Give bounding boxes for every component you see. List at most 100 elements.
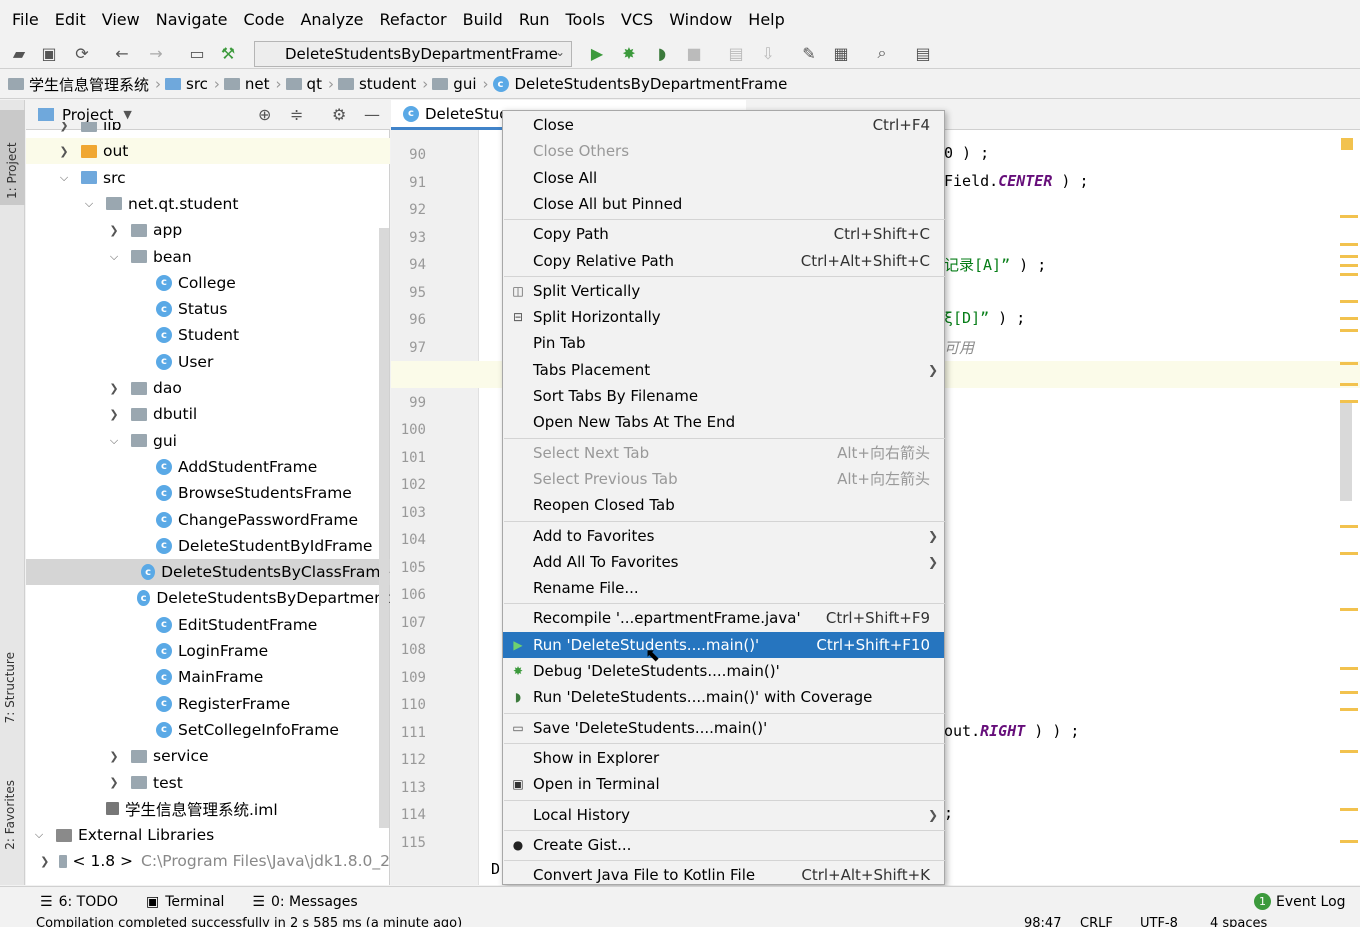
tree-row[interactable]: ❯ service	[26, 743, 390, 769]
marker[interactable]	[1340, 317, 1358, 320]
breadcrumb-item[interactable]: net ›	[223, 75, 282, 93]
settings-wrench-icon[interactable]: ✎	[798, 42, 820, 64]
tree-row[interactable]: c DeleteStudentsByDepartment	[26, 585, 390, 611]
marker[interactable]	[1340, 362, 1358, 365]
indent[interactable]: 4 spaces	[1210, 916, 1267, 927]
marker[interactable]	[1340, 552, 1358, 555]
status-message[interactable]: Compilation completed successfully in 2 …	[36, 916, 462, 927]
tree-row[interactable]: ⌵ gui	[26, 428, 390, 454]
marker[interactable]	[1340, 255, 1358, 258]
menu-item-convert-java-file-to-kotlin-file[interactable]: Convert Java File to Kotlin File Ctrl+Alt…	[503, 862, 944, 888]
marker[interactable]	[1340, 273, 1358, 276]
terminal-tool-tab[interactable]: Terminal	[165, 894, 224, 910]
tree-row[interactable]: ❯ out	[26, 138, 390, 165]
tree-row[interactable]: 学生信息管理系统.iml	[26, 796, 390, 822]
menu-item-tabs-placement[interactable]: Tabs Placement ❯	[503, 357, 944, 383]
menu-item-run-deletestudents-main-with-coverage[interactable]: ◗ Run 'DeleteStudents....main()' with Cov…	[503, 684, 944, 710]
chevron-down-icon[interactable]: ⌵	[57, 171, 71, 185]
breadcrumb-item[interactable]: src ›	[165, 75, 220, 93]
tree-row[interactable]: ⌵ bean	[26, 244, 390, 270]
menu-edit[interactable]: Edit	[47, 10, 94, 29]
tree-row[interactable]: c RegisterFrame	[26, 691, 390, 717]
menu-item-open-new-tabs-at-the-end[interactable]: Open New Tabs At The End	[503, 409, 944, 435]
marker[interactable]	[1340, 808, 1358, 811]
vcs-commit-icon[interactable]: ⇩	[757, 42, 779, 64]
scrollbar[interactable]	[379, 228, 389, 828]
marker[interactable]	[1340, 383, 1358, 386]
marker[interactable]	[1340, 667, 1358, 670]
tree-row[interactable]: c College	[26, 270, 390, 296]
menu-code[interactable]: Code	[236, 10, 293, 29]
project-tool-tab[interactable]: 1: Project	[0, 110, 25, 205]
debug-icon[interactable]: ✸	[618, 42, 640, 64]
menu-item-split-vertically[interactable]: ◫ Split Vertically	[503, 278, 944, 304]
menu-item-add-to-favorites[interactable]: Add to Favorites ❯	[503, 523, 944, 549]
run-configuration-select[interactable]: DeleteStudentsByDepartmentFrame ⌄	[254, 41, 572, 67]
vcs-update-icon[interactable]: ▤	[725, 42, 747, 64]
back-icon[interactable]: ←	[111, 42, 133, 64]
tree-row[interactable]: ⌵ src	[26, 165, 390, 191]
tree-row[interactable]: ❯ dao	[26, 375, 390, 401]
tree-row[interactable]: c BrowseStudentsFrame	[26, 480, 390, 506]
menu-item-close[interactable]: Close Ctrl+F4	[503, 112, 944, 138]
menu-item-recompile-epartmentframe-java[interactable]: Recompile '...epartmentFrame.java' Ctrl+S…	[503, 605, 944, 631]
tree-row[interactable]: c User	[26, 349, 390, 375]
tree-row[interactable]: ⌵ net.qt.student	[26, 191, 390, 217]
tree-row[interactable]: c Student	[26, 322, 390, 348]
menu-file[interactable]: File	[4, 10, 47, 29]
chevron-right-icon[interactable]: ❯	[107, 776, 121, 789]
menu-view[interactable]: View	[94, 10, 148, 29]
breadcrumb-item[interactable]: student ›	[337, 75, 428, 93]
breadcrumb-item[interactable]: c DeleteStudentsByDepartmentFrame	[492, 75, 787, 93]
menu-item-sort-tabs-by-filename[interactable]: Sort Tabs By Filename	[503, 383, 944, 409]
tree-row[interactable]: c SetCollegeInfoFrame	[26, 717, 390, 743]
tree-row[interactable]: ⌵ External Libraries	[26, 822, 390, 848]
search-icon[interactable]: ⌕	[871, 42, 893, 64]
favorites-tool-tab[interactable]: 2: Favorites	[3, 780, 17, 850]
tasks-icon[interactable]: ▤	[912, 42, 934, 64]
tree-row[interactable]: ❯ lib	[26, 122, 390, 138]
marker[interactable]	[1340, 708, 1358, 711]
marker[interactable]	[1340, 243, 1358, 246]
menu-item-close-all-but-pinned[interactable]: Close All but Pinned	[503, 191, 944, 217]
chevron-down-icon[interactable]: ⌵	[107, 250, 121, 264]
menu-window[interactable]: Window	[661, 10, 740, 29]
menu-item-rename-file[interactable]: Rename File...	[503, 575, 944, 601]
menu-item-create-gist[interactable]: ● Create Gist...	[503, 832, 944, 858]
menu-item-pin-tab[interactable]: Pin Tab	[503, 330, 944, 356]
build-hammer-icon[interactable]: ⚒	[217, 42, 239, 64]
navigate-icon[interactable]: ▭	[186, 42, 208, 64]
tree-row[interactable]: c ChangePasswordFrame	[26, 507, 390, 533]
menu-build[interactable]: Build	[455, 10, 511, 29]
editor-scrollbar[interactable]	[1340, 403, 1352, 501]
chevron-down-icon[interactable]: ▼	[123, 108, 131, 121]
menu-help[interactable]: Help	[740, 10, 792, 29]
marker[interactable]	[1340, 525, 1358, 528]
chevron-right-icon[interactable]: ❯	[40, 855, 49, 868]
open-folder-icon[interactable]: ▰	[8, 42, 30, 64]
tree-row[interactable]: c LoginFrame	[26, 638, 390, 664]
chevron-right-icon[interactable]: ❯	[107, 382, 121, 395]
menu-item-split-horizontally[interactable]: ⊟ Split Horizontally	[503, 304, 944, 330]
menu-analyze[interactable]: Analyze	[292, 10, 371, 29]
messages-tool-tab[interactable]: 0: Messages	[271, 894, 358, 910]
menu-run[interactable]: Run	[511, 10, 558, 29]
run-icon[interactable]: ▶	[586, 42, 608, 64]
chevron-down-icon[interactable]: ⌵	[82, 197, 96, 211]
menu-item-run-deletestudents-main[interactable]: ▶ Run 'DeleteStudents....main()' Ctrl+Shif…	[503, 631, 944, 658]
marker[interactable]	[1340, 691, 1358, 694]
chevron-right-icon[interactable]: ❯	[57, 145, 71, 158]
menu-item-close-all[interactable]: Close All	[503, 165, 944, 191]
project-structure-icon[interactable]: ▦	[830, 42, 852, 64]
chevron-right-icon[interactable]: ❯	[57, 122, 71, 132]
breadcrumb-item[interactable]: gui ›	[432, 75, 489, 93]
menu-vcs[interactable]: VCS	[613, 10, 661, 29]
breadcrumb-item[interactable]: qt ›	[285, 75, 334, 93]
event-log-tab[interactable]: Event Log	[1276, 894, 1346, 910]
marker[interactable]	[1340, 840, 1358, 843]
menu-item-local-history[interactable]: Local History ❯	[503, 802, 944, 828]
menu-item-debug-deletestudents-main[interactable]: ✸ Debug 'DeleteStudents....main()'	[503, 658, 944, 684]
chevron-right-icon[interactable]: ❯	[107, 408, 121, 421]
marker[interactable]	[1340, 608, 1358, 611]
tree-row[interactable]: c MainFrame	[26, 664, 390, 690]
